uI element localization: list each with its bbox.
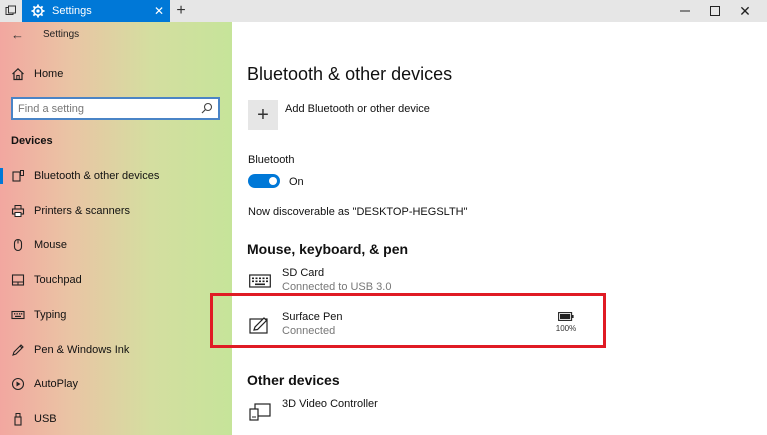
toggle-state-label: On — [289, 176, 304, 188]
gear-icon — [31, 4, 45, 18]
keyboard-icon — [11, 308, 25, 322]
close-window-button[interactable]: ✕ — [730, 0, 760, 22]
back-arrow-icon[interactable]: ← — [11, 27, 24, 42]
search-input[interactable] — [13, 99, 193, 118]
sidebar-item-label: USB — [34, 413, 57, 425]
sidebar-item-pen[interactable]: Pen & Windows Ink — [0, 336, 232, 364]
sidebar-item-label: Printers & scanners — [34, 205, 130, 217]
printer-icon — [11, 204, 25, 218]
new-tab-button[interactable]: + — [172, 2, 190, 20]
device-status: Connected to USB 3.0 — [282, 281, 392, 293]
app-title: Settings — [43, 28, 80, 40]
mouse-icon — [11, 238, 25, 252]
add-device-button[interactable]: + — [248, 100, 278, 130]
back-row: ← Settings — [0, 22, 232, 46]
maximize-button[interactable] — [700, 0, 730, 22]
sidebar-item-label: Pen & Windows Ink — [34, 344, 130, 356]
sidebar-item-usb[interactable]: USB — [0, 405, 232, 433]
mkp-heading: Mouse, keyboard, & pen — [247, 241, 409, 257]
sidebar-item-label: Home — [34, 68, 64, 80]
touchpad-icon — [11, 273, 25, 287]
page-title: Bluetooth & other devices — [247, 64, 453, 84]
sidebar-item-label: AutoPlay — [34, 378, 79, 390]
sidebar-item-label: Mouse — [34, 239, 68, 251]
keyboard-icon — [248, 271, 272, 291]
sidebar-item-label: Bluetooth & other devices — [34, 170, 160, 182]
device-name: SD Card — [282, 267, 325, 279]
sidebar-item-home[interactable]: Home — [0, 60, 232, 88]
sidebar-item-typing[interactable]: Typing — [0, 301, 232, 329]
search-box[interactable] — [11, 97, 220, 120]
toggle-knob — [269, 177, 277, 185]
sidebar-item-bluetooth[interactable]: Bluetooth & other devices — [0, 162, 232, 190]
search-icon[interactable] — [201, 102, 213, 114]
sidebar: ← Settings Home Devices Bluetooth & othe… — [0, 22, 232, 435]
sidebar-item-label: Typing — [34, 309, 67, 321]
sidebar-item-mouse[interactable]: Mouse — [0, 231, 232, 259]
home-icon — [11, 67, 25, 81]
task-view-icon[interactable] — [0, 0, 22, 22]
tab-settings[interactable]: Settings ✕ — [22, 0, 170, 22]
section-heading-devices: Devices — [11, 135, 53, 147]
title-bar: Settings ✕ + ✕ — [0, 0, 767, 22]
minimize-button[interactable] — [670, 0, 700, 22]
pen-icon — [11, 343, 25, 357]
device-3d-video-controller[interactable]: 3D Video Controller — [248, 398, 648, 428]
display-device-icon — [248, 402, 272, 422]
bluetooth-icon — [11, 169, 25, 183]
autoplay-icon — [11, 377, 25, 391]
bluetooth-toggle[interactable] — [248, 174, 280, 188]
other-devices-heading: Other devices — [247, 372, 340, 388]
device-name: 3D Video Controller — [282, 398, 378, 410]
close-tab-icon[interactable]: ✕ — [154, 4, 164, 18]
main-content: Bluetooth & other devices + Add Bluetoot… — [232, 22, 767, 435]
tab-label: Settings — [52, 5, 92, 17]
sidebar-item-label: Touchpad — [34, 274, 82, 286]
bluetooth-label: Bluetooth — [248, 154, 295, 166]
sidebar-item-printers[interactable]: Printers & scanners — [0, 197, 232, 225]
highlight-box — [210, 293, 606, 348]
add-device-label[interactable]: Add Bluetooth or other device — [285, 103, 430, 115]
sidebar-item-touchpad[interactable]: Touchpad — [0, 266, 232, 294]
discoverable-text: Now discoverable as "DESKTOP-HEGSLTH" — [248, 206, 468, 218]
sidebar-item-autoplay[interactable]: AutoPlay — [0, 370, 232, 398]
usb-icon — [11, 412, 25, 426]
